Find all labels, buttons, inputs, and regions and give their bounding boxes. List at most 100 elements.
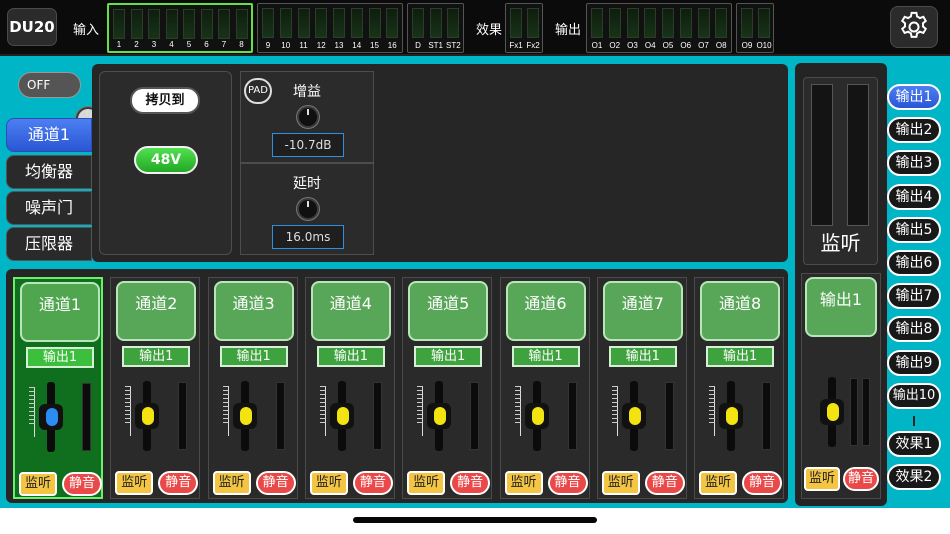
tab-channel[interactable]: 通道1	[6, 118, 92, 152]
mute-button[interactable]: 静音	[62, 472, 102, 496]
strip-name-button[interactable]: 通道3	[213, 281, 294, 341]
fx-meter-group[interactable]: Fx1 Fx2	[505, 3, 543, 53]
fader-knob[interactable]	[524, 403, 549, 429]
solo-button[interactable]: 监听	[19, 472, 57, 496]
output-meter-group-2[interactable]: O9 O10	[736, 3, 774, 53]
mute-button[interactable]: 静音	[644, 471, 685, 495]
fader-knob[interactable]	[427, 403, 452, 429]
solo-button[interactable]: 监听	[699, 471, 738, 495]
strip-name-button[interactable]: 通道2	[116, 281, 197, 341]
channel-fader[interactable]	[131, 381, 161, 451]
strip-name-button[interactable]: 通道4	[310, 281, 391, 341]
solo-button[interactable]: 监听	[212, 471, 251, 495]
channel-fader[interactable]	[618, 381, 648, 451]
fader-knob[interactable]	[621, 403, 646, 429]
channel-strip: 通道4 输出1 监听 静音	[304, 277, 395, 499]
output-select-button[interactable]: 输出9	[887, 349, 941, 376]
copy-to-button[interactable]: 拷贝到	[130, 87, 200, 114]
gain-value[interactable]: -10.7dB	[272, 133, 344, 157]
mute-button[interactable]: 静音	[352, 471, 393, 495]
solo-button[interactable]: 监听	[504, 471, 543, 495]
strip-output-select[interactable]: 输出1	[414, 346, 483, 367]
channel-fader[interactable]	[521, 381, 551, 451]
solo-button[interactable]: 监听	[115, 471, 154, 495]
delay-knob[interactable]	[297, 198, 319, 220]
strip-output-select[interactable]: 输出1	[219, 346, 288, 367]
mute-button[interactable]: 静音	[742, 471, 783, 495]
power-toggle[interactable]: OFF	[18, 72, 100, 131]
mute-button[interactable]: 静音	[450, 471, 491, 495]
output-select-button[interactable]: 输出8	[887, 316, 941, 343]
mixer-app: DU20 输入 效果 输出 12345678 9 10 11 12 13 14 15 16 D…	[0, 0, 950, 508]
gain-knob[interactable]	[297, 106, 319, 128]
strip-name-button[interactable]: 通道5	[408, 281, 489, 341]
channel-fader[interactable]	[35, 382, 65, 452]
device-logo-button[interactable]: DU20	[7, 8, 57, 46]
input-meter-group-1[interactable]: 12345678	[107, 3, 253, 53]
input-meter-group-2[interactable]: 9 10 11 12 13 14 15 16	[257, 3, 403, 53]
channel-fader[interactable]	[326, 381, 356, 451]
fx-select-button[interactable]: 效果2	[887, 464, 941, 490]
fader-knob[interactable]	[820, 399, 844, 425]
output-select-button[interactable]: 输出1	[887, 84, 941, 110]
level-meter: ST2	[444, 5, 462, 51]
output-label: 输出	[555, 23, 582, 38]
mute-button[interactable]: 静音	[255, 471, 296, 495]
solo-button[interactable]: 监听	[309, 471, 348, 495]
output-select-button[interactable]: 输出5	[887, 216, 941, 243]
output-solo-button[interactable]: 监听	[804, 467, 840, 491]
output-mute-button[interactable]: 静音	[843, 467, 879, 491]
input-meter-group-3[interactable]: D ST1 ST2	[407, 3, 464, 53]
output-select-button[interactable]: 输出3	[887, 150, 941, 177]
strip-output-select[interactable]: 输出1	[122, 346, 191, 367]
strip-name-button[interactable]: 通道7	[602, 281, 683, 341]
output-strip-name[interactable]: 输出1	[805, 277, 877, 337]
fader-scale	[511, 386, 521, 436]
solo-button[interactable]: 监听	[407, 471, 446, 495]
tab-eq[interactable]: 均衡器	[6, 155, 92, 189]
level-meter: Fx2	[524, 5, 541, 51]
meter-label: 8	[239, 40, 244, 49]
strip-level-meter	[372, 382, 382, 450]
strip-output-select[interactable]: 输出1	[511, 346, 580, 367]
settings-button[interactable]	[890, 6, 938, 48]
tab-noise-gate[interactable]: 噪声门	[6, 191, 92, 225]
strip-name-button[interactable]: 通道1	[20, 282, 100, 342]
strip-output-select[interactable]: 输出1	[608, 346, 677, 367]
output-fader[interactable]	[816, 377, 846, 447]
delay-box: 延时 16.0ms	[240, 163, 374, 255]
output-select-button[interactable]: 输出7	[887, 283, 941, 310]
strip-output-select[interactable]: 输出1	[316, 346, 385, 367]
output-select-button[interactable]: 输出4	[887, 183, 941, 210]
fader-knob[interactable]	[719, 403, 744, 429]
strip-level-meter	[470, 382, 480, 450]
mute-button[interactable]: 静音	[158, 471, 199, 495]
fader-knob[interactable]	[135, 403, 160, 429]
output-meter-group-1[interactable]: O1 O2 O3 O4 O5 O6 O7 O8	[586, 3, 732, 53]
phantom-power-button[interactable]: 48V	[134, 146, 198, 174]
strip-name-button[interactable]: 通道6	[505, 281, 586, 341]
delay-value[interactable]: 16.0ms	[272, 225, 344, 249]
solo-button[interactable]: 监听	[601, 471, 640, 495]
fader-scale	[25, 387, 35, 437]
mute-button[interactable]: 静音	[547, 471, 588, 495]
fader-knob[interactable]	[232, 403, 257, 429]
fader-knob[interactable]	[329, 403, 354, 429]
level-meter: 16	[383, 5, 401, 51]
delay-title: 延时	[293, 176, 321, 192]
output-select-button[interactable]: 输出10	[887, 382, 941, 409]
strip-level-meter	[82, 383, 91, 451]
output-select-button[interactable]: 输出6	[887, 250, 941, 276]
strip-level-meter	[664, 382, 674, 450]
strip-output-select[interactable]: 输出1	[706, 346, 775, 367]
fx-select-button[interactable]: 效果1	[887, 431, 941, 457]
channel-fader[interactable]	[715, 381, 745, 451]
output-select-button[interactable]: 输出2	[887, 117, 941, 144]
monitor-title: 监听	[820, 231, 861, 255]
channel-fader[interactable]	[423, 381, 453, 451]
strip-output-select[interactable]: 输出1	[26, 347, 94, 368]
tab-compressor[interactable]: 压限器	[6, 227, 92, 261]
channel-fader[interactable]	[229, 381, 259, 451]
strip-name-button[interactable]: 通道8	[700, 281, 781, 341]
fader-knob[interactable]	[39, 404, 63, 430]
